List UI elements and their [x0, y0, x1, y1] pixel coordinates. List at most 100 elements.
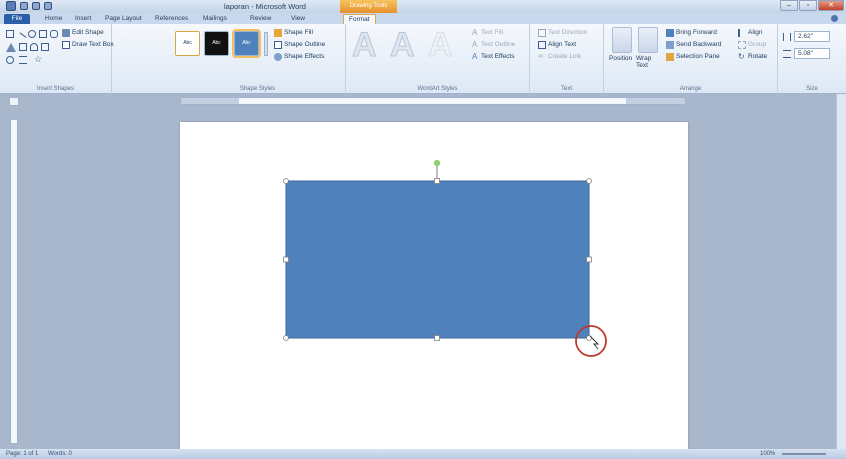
text-direction-icon[interactable]	[538, 29, 546, 37]
bring-forward-button[interactable]: Bring Forward	[676, 29, 717, 36]
undo-icon[interactable]	[32, 2, 40, 10]
shape-fill-icon[interactable]	[274, 29, 282, 37]
text-outline-icon[interactable]: A	[472, 41, 480, 49]
wordart-style-3[interactable]: A	[428, 26, 454, 65]
text-fill-button[interactable]: Text Fill	[481, 29, 503, 36]
triangle-shape-icon[interactable]	[6, 43, 16, 52]
shape-effects-icon[interactable]	[274, 53, 282, 61]
redo-icon[interactable]	[44, 2, 52, 10]
rectangle-shape[interactable]	[285, 180, 590, 339]
quick-access-toolbar	[6, 1, 52, 11]
document-page[interactable]	[180, 122, 688, 452]
size-group-label: Size	[806, 86, 818, 92]
close-button[interactable]: ✕	[818, 0, 844, 11]
shape-styles-scroll[interactable]	[264, 32, 268, 56]
title-bar: laporan - Microsoft Word Drawing Tools –…	[0, 0, 846, 13]
text-effects-button[interactable]: Text Effects	[481, 53, 514, 60]
shape-style-swatch-black[interactable]: Abc	[204, 31, 229, 56]
save-icon[interactable]	[20, 2, 28, 10]
edit-shape-button[interactable]: Edit Shape	[72, 29, 104, 36]
group-insert-shapes: ☆ Edit Shape Draw Text Box Insert Shapes	[0, 24, 114, 94]
group-shape-styles: Abc Abc Abc Shape Fill Shape Outline Sha…	[170, 24, 346, 94]
star-shape-icon[interactable]: ☆	[34, 55, 42, 64]
text-fill-icon[interactable]: A	[472, 29, 480, 37]
help-icon[interactable]	[831, 15, 838, 22]
selection-pane-icon[interactable]	[666, 53, 674, 61]
shape-effects-button[interactable]: Shape Effects	[284, 53, 324, 60]
selected-rectangle-shape[interactable]	[180, 122, 688, 452]
arc-shape-icon[interactable]	[30, 43, 38, 51]
tab-review[interactable]: Review	[245, 14, 276, 24]
minimize-button[interactable]: –	[780, 0, 798, 11]
rectangle-shape-icon[interactable]	[39, 30, 47, 38]
oval-shape-icon[interactable]	[28, 30, 36, 38]
page-count[interactable]: Page: 1 of 1	[6, 449, 38, 459]
drawing-tools-context-label: Drawing Tools	[340, 0, 397, 13]
selection-pane-button[interactable]: Selection Pane	[676, 53, 720, 60]
send-backward-icon[interactable]	[666, 41, 674, 49]
align-icon[interactable]	[738, 29, 746, 37]
vertical-ruler[interactable]	[10, 119, 18, 444]
arrange-group-label: Arrange	[679, 86, 702, 92]
group-text: Text Direction Align Text ∞ Create Link …	[530, 24, 604, 94]
shape-style-swatch-blue[interactable]: Abc	[232, 29, 261, 58]
tab-page-layout[interactable]: Page Layout	[100, 14, 147, 24]
edit-shape-icon[interactable]	[62, 29, 70, 37]
bracket-shape-icon[interactable]	[19, 56, 27, 64]
tab-file[interactable]: File	[4, 14, 30, 24]
align-button[interactable]: Align	[748, 29, 762, 36]
draw-text-box-icon[interactable]	[62, 41, 70, 49]
vertical-scrollbar[interactable]	[836, 94, 846, 449]
zoom-slider[interactable]	[782, 453, 826, 455]
tab-references[interactable]: References	[150, 14, 193, 24]
window-controls: – ▫ ✕	[780, 0, 844, 11]
align-text-icon[interactable]	[538, 41, 546, 49]
rotate-button[interactable]: Rotate	[748, 53, 767, 60]
shape-outline-button[interactable]: Shape Outline	[284, 41, 325, 48]
text-box-shape-icon[interactable]	[6, 30, 14, 38]
position-icon[interactable]	[612, 27, 632, 53]
tab-home[interactable]: Home	[40, 14, 67, 24]
tab-insert[interactable]: Insert	[70, 14, 96, 24]
line-shape-icon[interactable]	[15, 32, 27, 44]
shape-width-field[interactable]: 5.08"	[794, 48, 830, 59]
maximize-button[interactable]: ▫	[799, 0, 817, 11]
text-group-label: Text	[560, 86, 572, 92]
draw-text-box-button[interactable]: Draw Text Box	[72, 41, 114, 48]
shape-height-icon	[783, 33, 791, 41]
wordart-style-2[interactable]: A	[390, 26, 416, 65]
ribbon-tab-row: File Home Insert Page Layout References …	[0, 13, 846, 25]
create-link-button[interactable]: Create Link	[548, 53, 581, 60]
create-link-icon[interactable]: ∞	[538, 53, 546, 61]
send-backward-button[interactable]: Send Backward	[676, 41, 722, 48]
wrap-text-icon[interactable]	[638, 27, 658, 53]
curve-shape-icon[interactable]	[6, 56, 14, 64]
bring-forward-icon[interactable]	[666, 29, 674, 37]
position-button[interactable]: Position	[609, 55, 632, 62]
shape-outline-icon[interactable]	[274, 41, 282, 49]
shape-style-swatch-white[interactable]: Abc	[175, 31, 200, 56]
word-app-icon[interactable]	[6, 1, 16, 11]
tab-view[interactable]: View	[286, 14, 310, 24]
rotate-icon[interactable]: ↻	[738, 53, 746, 61]
group-button[interactable]: Group	[748, 41, 766, 48]
wordart-style-1[interactable]: A	[352, 26, 378, 65]
text-effects-icon[interactable]: A	[472, 53, 480, 61]
text-direction-button[interactable]: Text Direction	[548, 29, 587, 36]
highlight-circle-annotation	[575, 325, 607, 357]
group-icon[interactable]	[738, 41, 746, 49]
tab-selector-button[interactable]	[9, 97, 19, 106]
wrap-text-button[interactable]: Wrap Text	[636, 55, 660, 69]
rotation-handle[interactable]	[433, 159, 441, 167]
text-outline-button[interactable]: Text Outline	[481, 41, 515, 48]
word-count[interactable]: Words: 0	[48, 449, 72, 459]
tab-mailings[interactable]: Mailings	[198, 14, 232, 24]
connector-shape-icon[interactable]	[19, 43, 27, 51]
arrow-shape-icon[interactable]	[41, 43, 49, 51]
shape-fill-button[interactable]: Shape Fill	[284, 29, 313, 36]
zoom-level[interactable]: 100%	[760, 449, 775, 459]
rounded-rectangle-shape-icon[interactable]	[50, 30, 58, 38]
align-text-button[interactable]: Align Text	[548, 41, 576, 48]
shape-height-field[interactable]: 2.62"	[794, 31, 830, 42]
horizontal-ruler[interactable]	[180, 97, 686, 105]
